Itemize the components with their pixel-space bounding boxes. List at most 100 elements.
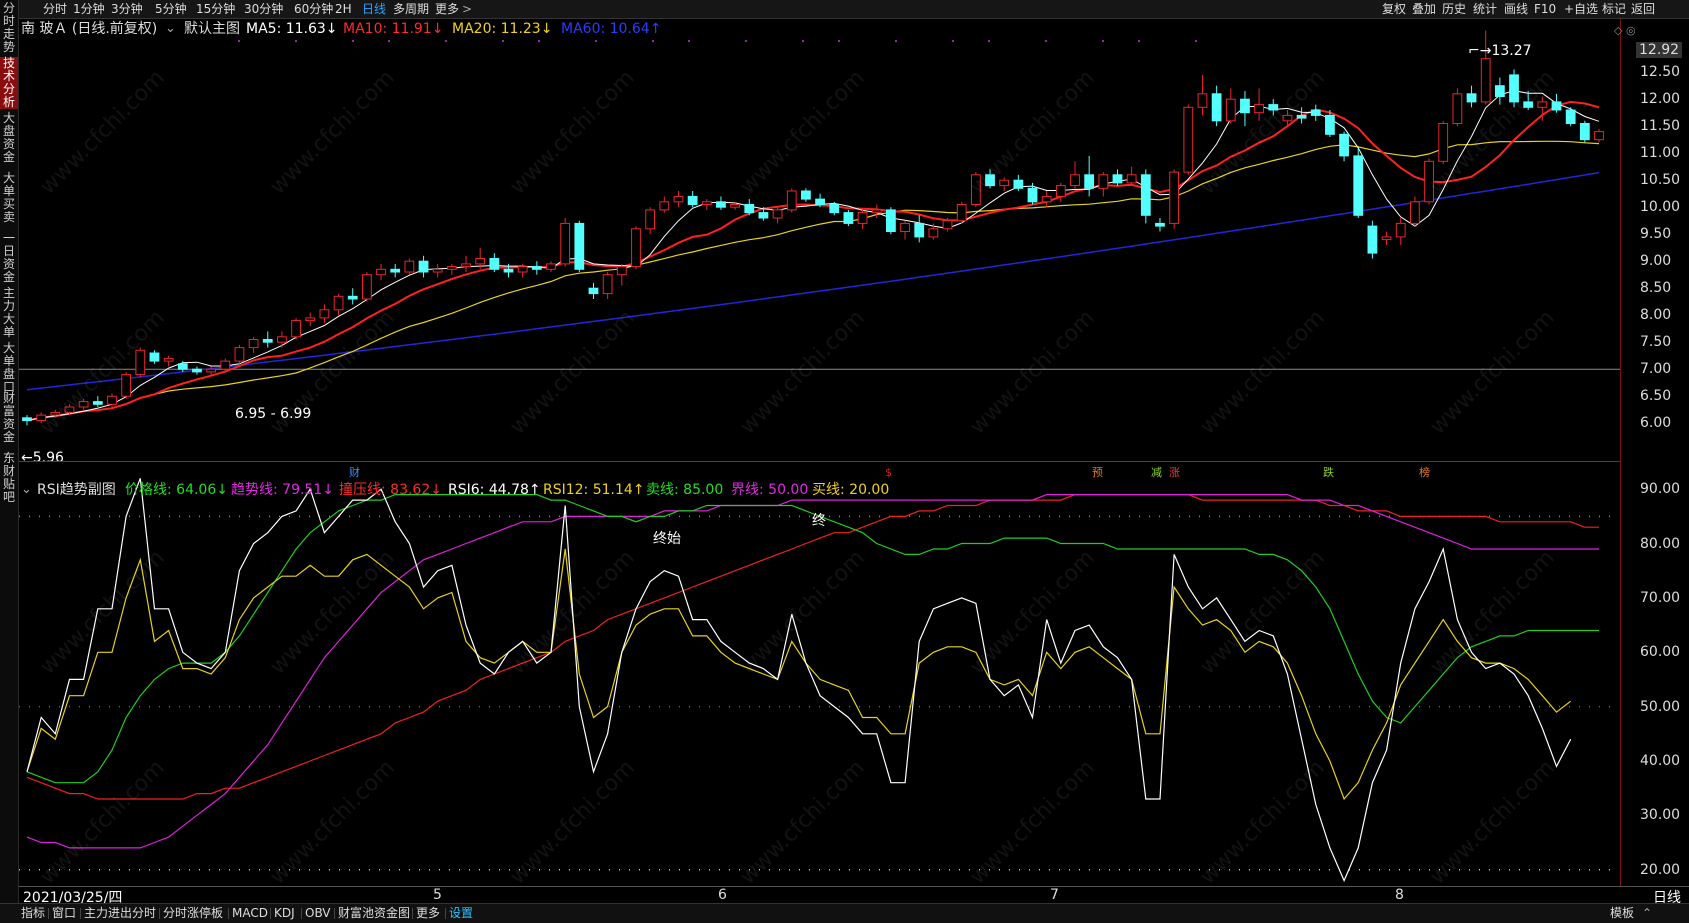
- candle[interactable]: [163, 355, 174, 367]
- candle[interactable]: [687, 191, 698, 208]
- period-tab-5[interactable]: 30分钟: [244, 1, 283, 17]
- candle[interactable]: [1098, 172, 1109, 197]
- candle[interactable]: [333, 293, 344, 316]
- bottom-tab-4[interactable]: MACD: [232, 906, 268, 921]
- candle[interactable]: [1055, 182, 1066, 202]
- candle[interactable]: [956, 201, 967, 224]
- candle[interactable]: [560, 218, 571, 267]
- bottom-tab-5[interactable]: KDJ: [274, 906, 295, 921]
- candle[interactable]: [843, 209, 854, 227]
- candle[interactable]: [1041, 191, 1052, 208]
- candle[interactable]: [1140, 169, 1151, 224]
- candle[interactable]: [319, 304, 330, 324]
- candle[interactable]: [1155, 218, 1165, 232]
- candle[interactable]: [305, 312, 316, 327]
- candle[interactable]: [701, 199, 712, 210]
- event-marker-6[interactable]: 榜: [1419, 467, 1430, 479]
- candle[interactable]: [1438, 120, 1449, 164]
- candle[interactable]: [1480, 30, 1491, 105]
- candle[interactable]: [489, 253, 500, 272]
- candle[interactable]: [248, 336, 259, 353]
- candle[interactable]: [744, 199, 755, 216]
- candle[interactable]: [404, 258, 415, 275]
- candle[interactable]: [1579, 120, 1590, 143]
- candle[interactable]: [1494, 77, 1505, 105]
- event-marker-3[interactable]: 减: [1151, 467, 1162, 479]
- candle[interactable]: [1452, 88, 1463, 127]
- left-nav-item-2[interactable]: 大盘资金: [0, 112, 18, 164]
- candle[interactable]: [390, 263, 401, 278]
- candle[interactable]: [546, 261, 556, 272]
- candle[interactable]: [376, 263, 386, 281]
- candle[interactable]: [149, 350, 160, 364]
- candle[interactable]: [602, 272, 613, 299]
- toolbar-right-1[interactable]: 叠加: [1412, 1, 1436, 17]
- stock-title[interactable]: 南 玻Ａ (日线.前复权): [21, 21, 157, 37]
- period-tab-8[interactable]: 日线: [362, 1, 386, 17]
- candle[interactable]: [1070, 161, 1080, 189]
- candle[interactable]: [531, 261, 542, 275]
- candle[interactable]: [1381, 231, 1392, 246]
- period-tab-4[interactable]: 15分钟: [196, 1, 235, 17]
- candle[interactable]: [1126, 166, 1137, 186]
- candle[interactable]: [192, 366, 202, 375]
- template-button[interactable]: 模板: [1610, 906, 1634, 921]
- diamond-icon[interactable]: ◇ ◎: [1614, 24, 1636, 37]
- candle[interactable]: [121, 371, 132, 399]
- theme-label[interactable]: 默认主图: [184, 21, 240, 37]
- candle[interactable]: [1225, 88, 1236, 124]
- candle[interactable]: [262, 331, 273, 348]
- dropdown-icon[interactable]: ⌄: [165, 21, 176, 37]
- candle[interactable]: [1339, 131, 1349, 162]
- candle[interactable]: [291, 317, 301, 340]
- candle[interactable]: [1310, 104, 1321, 121]
- candle[interactable]: [673, 191, 684, 208]
- toolbar-right-4[interactable]: 画线: [1504, 1, 1528, 17]
- candle[interactable]: [857, 209, 868, 229]
- bottom-tab-2[interactable]: 主力进出分时: [84, 906, 156, 921]
- bottom-tab-9[interactable]: 设置: [449, 906, 473, 921]
- more-arrow-icon[interactable]: >: [462, 1, 472, 17]
- left-nav-item-7[interactable]: 财富资金: [0, 392, 18, 444]
- bottom-tab-3[interactable]: 分时涨停板: [163, 906, 223, 921]
- candle[interactable]: [1565, 107, 1576, 127]
- sub-dropdown-icon[interactable]: ⌄: [21, 482, 32, 498]
- candle[interactable]: [1183, 104, 1194, 175]
- candle[interactable]: [1466, 85, 1477, 108]
- candle[interactable]: [418, 255, 429, 278]
- candle[interactable]: [277, 331, 287, 348]
- price-chart[interactable]: [19, 19, 1620, 444]
- candle[interactable]: [1112, 169, 1123, 186]
- toolbar-right-7[interactable]: 标记: [1602, 1, 1626, 17]
- candle[interactable]: [645, 207, 656, 235]
- candle[interactable]: [234, 344, 245, 364]
- candle[interactable]: [886, 207, 896, 235]
- candle[interactable]: [1211, 85, 1222, 127]
- candle[interactable]: [659, 196, 670, 213]
- candle[interactable]: [786, 188, 797, 213]
- bottom-tab-0[interactable]: 指标: [21, 906, 45, 921]
- panel-divider[interactable]: [19, 461, 1620, 462]
- candle[interactable]: [1594, 128, 1604, 143]
- candle[interactable]: [772, 207, 783, 224]
- period-tab-0[interactable]: 分时: [43, 1, 67, 17]
- left-nav-item-4[interactable]: 一日资金: [0, 232, 18, 284]
- period-tab-6[interactable]: 60分钟: [294, 1, 333, 17]
- candle[interactable]: [914, 215, 925, 243]
- period-tab-10[interactable]: 更多: [435, 1, 459, 17]
- candle[interactable]: [716, 196, 726, 210]
- left-nav-item-6[interactable]: 大单盘口: [0, 342, 18, 394]
- event-marker-0[interactable]: 财: [349, 467, 360, 479]
- toolbar-right-6[interactable]: +自选: [1564, 1, 1598, 17]
- period-tab-1[interactable]: 1分钟: [73, 1, 105, 17]
- candle[interactable]: [1013, 174, 1024, 191]
- candle[interactable]: [22, 415, 32, 426]
- candle[interactable]: [1551, 93, 1562, 113]
- bottom-tab-1[interactable]: 窗口: [52, 906, 76, 921]
- candle[interactable]: [574, 220, 585, 272]
- left-nav-item-0[interactable]: 分时走势: [0, 2, 18, 54]
- bottom-tab-6[interactable]: OBV: [305, 906, 331, 921]
- toolbar-right-8[interactable]: 返回: [1631, 1, 1655, 17]
- candle[interactable]: [631, 226, 641, 270]
- period-tab-3[interactable]: 5分钟: [155, 1, 187, 17]
